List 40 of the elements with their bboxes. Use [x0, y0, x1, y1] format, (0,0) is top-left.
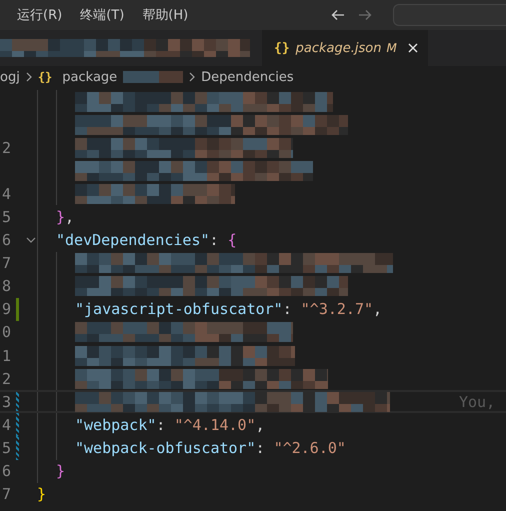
chevron-right-icon: [189, 72, 196, 82]
line-number: 4: [2, 184, 11, 203]
line-number: 5: [2, 208, 11, 226]
mosaic-redaction: [123, 71, 184, 83]
line-number: 0: [2, 323, 11, 342]
line-number: 2: [2, 138, 11, 157]
json-icon: {}: [38, 70, 52, 84]
breadcrumb-item[interactable]: Dependencies: [201, 70, 294, 84]
code-line: },: [56, 208, 74, 226]
line-number: 2: [2, 370, 11, 388]
editor-tab[interactable]: {} package.json M: [262, 30, 428, 66]
menu-item[interactable]: 终端(T): [80, 6, 124, 24]
menu-item[interactable]: 帮助(H): [142, 6, 188, 24]
line-number: 7: [2, 485, 11, 504]
line-number: 9: [2, 300, 11, 318]
code-line: "devDependencies": {: [56, 231, 237, 250]
code-line: "javascript-obfuscator": "^3.2.7",: [75, 300, 382, 318]
line-number: 6: [2, 231, 11, 250]
breadcrumb-item[interactable]: ogj: [0, 70, 20, 84]
code-line: "webpack-obfuscator": "^2.6.0": [75, 438, 346, 457]
back-arrow-icon[interactable]: [331, 9, 346, 21]
chevron-down-icon[interactable]: [26, 237, 36, 244]
line-number: 7: [2, 254, 11, 272]
breadcrumb-item[interactable]: package: [62, 70, 118, 84]
line-number: 5: [2, 438, 11, 457]
forward-arrow-icon[interactable]: [358, 9, 372, 21]
search-field[interactable]: [393, 4, 506, 26]
line-number: 4: [2, 416, 11, 434]
menu-item[interactable]: 运行(R): [17, 6, 62, 24]
close-icon[interactable]: [408, 43, 418, 53]
code-line: }: [37, 485, 46, 504]
git-blame-annotation: You,: [459, 392, 496, 411]
code-line: "webpack": "^4.14.0",: [75, 416, 265, 434]
line-number: 3: [2, 392, 11, 411]
line-number: 8: [2, 277, 11, 296]
json-icon: {}: [274, 40, 290, 56]
line-number: 1: [2, 346, 11, 365]
code-line: }: [56, 462, 66, 480]
line-number: 6: [2, 462, 11, 480]
chevron-right-icon: [26, 72, 32, 82]
